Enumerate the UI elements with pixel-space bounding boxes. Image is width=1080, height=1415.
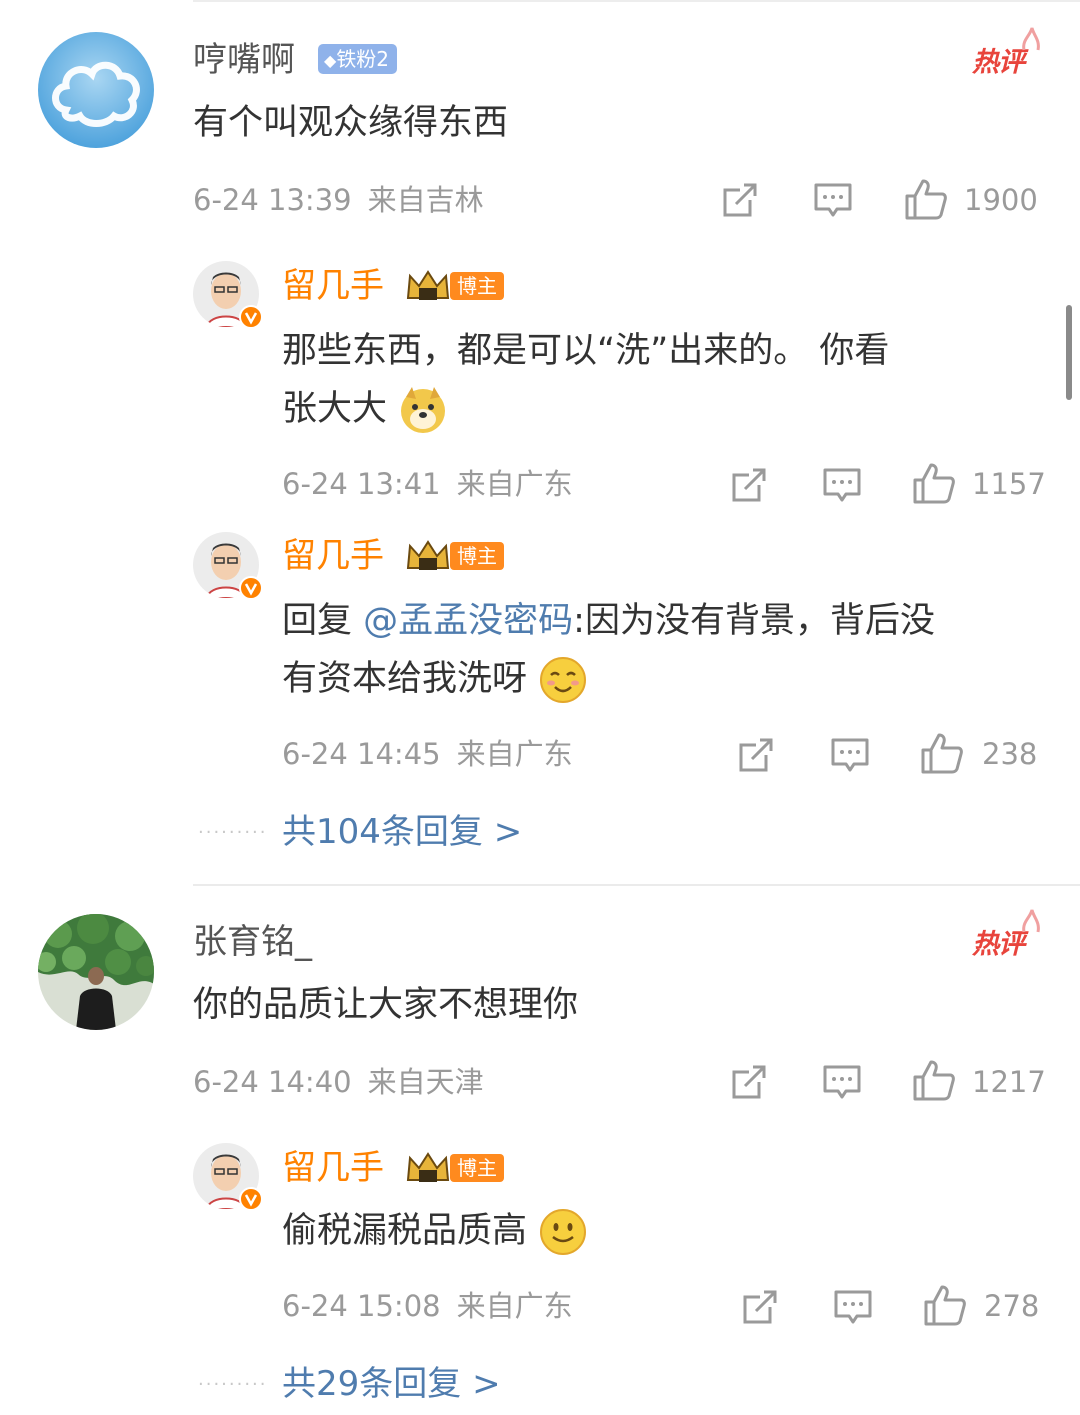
comment-icon[interactable] bbox=[822, 467, 862, 505]
blush-emoji-icon bbox=[540, 657, 587, 703]
reply-text: 那些东西，都是可以“洗”出来的。 你看 bbox=[282, 331, 890, 371]
scrollbar[interactable] bbox=[1066, 305, 1072, 400]
host-badge: 博主 bbox=[450, 542, 504, 570]
smile-emoji-icon bbox=[540, 1209, 587, 1255]
flame-icon bbox=[1022, 27, 1040, 51]
reply-time: 6-24 13:41 bbox=[282, 467, 441, 501]
reply-location: 来自广东 bbox=[456, 737, 573, 771]
host-badge: 博主 bbox=[450, 1154, 504, 1182]
avatar[interactable] bbox=[38, 32, 154, 148]
share-icon[interactable] bbox=[729, 465, 769, 505]
reply-time: 6-24 15:08 bbox=[282, 1289, 441, 1323]
host-badge: 博主 bbox=[450, 272, 504, 300]
like-count: 278 bbox=[984, 1289, 1040, 1323]
reply-time: 6-24 14:45 bbox=[282, 737, 441, 771]
like-count: 1217 bbox=[972, 1065, 1046, 1099]
reply-text: 回复 @孟孟没密码:因为没有背景，背后没 bbox=[282, 601, 935, 641]
comment-username[interactable]: 哼嘴啊 bbox=[193, 40, 295, 80]
like-icon[interactable] bbox=[923, 1283, 967, 1327]
comment-location: 来自吉林 bbox=[367, 183, 484, 217]
thread-dots: ········· bbox=[198, 822, 268, 843]
doge-emoji-icon bbox=[401, 387, 446, 433]
diamond-icon: ◆ bbox=[324, 51, 337, 70]
flame-icon bbox=[1022, 909, 1040, 933]
avatar[interactable] bbox=[38, 914, 154, 1030]
verified-icon bbox=[239, 576, 263, 600]
like-icon[interactable] bbox=[920, 731, 964, 775]
comment-text: 有个叫观众缘得东西 bbox=[193, 103, 509, 143]
hot-comment-badge: 热评 bbox=[972, 27, 1040, 79]
like-icon[interactable] bbox=[912, 1058, 956, 1102]
reply-username[interactable]: 留几手 bbox=[282, 1148, 384, 1188]
reply-text-line2: 张大大 bbox=[282, 380, 448, 438]
verified-icon bbox=[239, 1187, 263, 1211]
like-icon[interactable] bbox=[904, 177, 948, 221]
reply-username[interactable]: 留几手 bbox=[282, 536, 384, 576]
comment-meta: 6-24 14:40 来自天津 bbox=[193, 1064, 484, 1100]
mention-link[interactable]: @孟孟没密码 bbox=[363, 601, 573, 641]
share-icon[interactable] bbox=[740, 1287, 780, 1327]
like-count: 238 bbox=[982, 737, 1038, 771]
share-icon[interactable] bbox=[729, 1062, 769, 1102]
share-icon[interactable] bbox=[720, 180, 760, 220]
thread-dots: ········· bbox=[198, 1374, 268, 1395]
comment-icon[interactable] bbox=[813, 182, 853, 220]
like-icon[interactable] bbox=[912, 461, 956, 505]
reply-text-line2: 有资本给我洗呀 bbox=[282, 650, 588, 708]
crown-icon bbox=[406, 1152, 450, 1182]
like-count: 1157 bbox=[972, 467, 1046, 501]
share-icon[interactable] bbox=[736, 735, 776, 775]
crown-icon bbox=[406, 540, 450, 570]
reply-meta: 6-24 15:08 来自广东 bbox=[282, 1288, 573, 1324]
like-count: 1900 bbox=[964, 183, 1038, 217]
comment-icon[interactable] bbox=[822, 1064, 862, 1102]
verified-icon bbox=[239, 305, 263, 329]
reply-location: 来自广东 bbox=[456, 1289, 573, 1323]
fan-badge[interactable]: ◆铁粉2 bbox=[318, 44, 398, 74]
more-replies-link[interactable]: 共29条回复 > bbox=[282, 1362, 501, 1406]
reply-text: 偷税漏税品质高 bbox=[282, 1202, 588, 1260]
comment-time: 6-24 13:39 bbox=[193, 183, 352, 217]
comment-text: 你的品质让大家不想理你 bbox=[193, 985, 579, 1025]
comment-icon[interactable] bbox=[830, 737, 870, 775]
reply-meta: 6-24 14:45 来自广东 bbox=[282, 736, 573, 772]
reply-meta: 6-24 13:41 来自广东 bbox=[282, 466, 573, 502]
comment-username[interactable]: 张育铭_ bbox=[193, 922, 312, 962]
comment-meta: 6-24 13:39 来自吉林 bbox=[193, 182, 484, 218]
top-divider bbox=[193, 0, 1080, 2]
comment-divider bbox=[193, 884, 1080, 886]
more-replies-link[interactable]: 共104条回复 > bbox=[282, 810, 522, 854]
reply-username[interactable]: 留几手 bbox=[282, 266, 384, 306]
comment-time: 6-24 14:40 bbox=[193, 1065, 352, 1099]
reply-location: 来自广东 bbox=[456, 467, 573, 501]
hot-comment-badge: 热评 bbox=[972, 909, 1040, 961]
comment-location: 来自天津 bbox=[367, 1065, 484, 1099]
comment-icon[interactable] bbox=[833, 1289, 873, 1327]
crown-icon bbox=[406, 270, 450, 300]
